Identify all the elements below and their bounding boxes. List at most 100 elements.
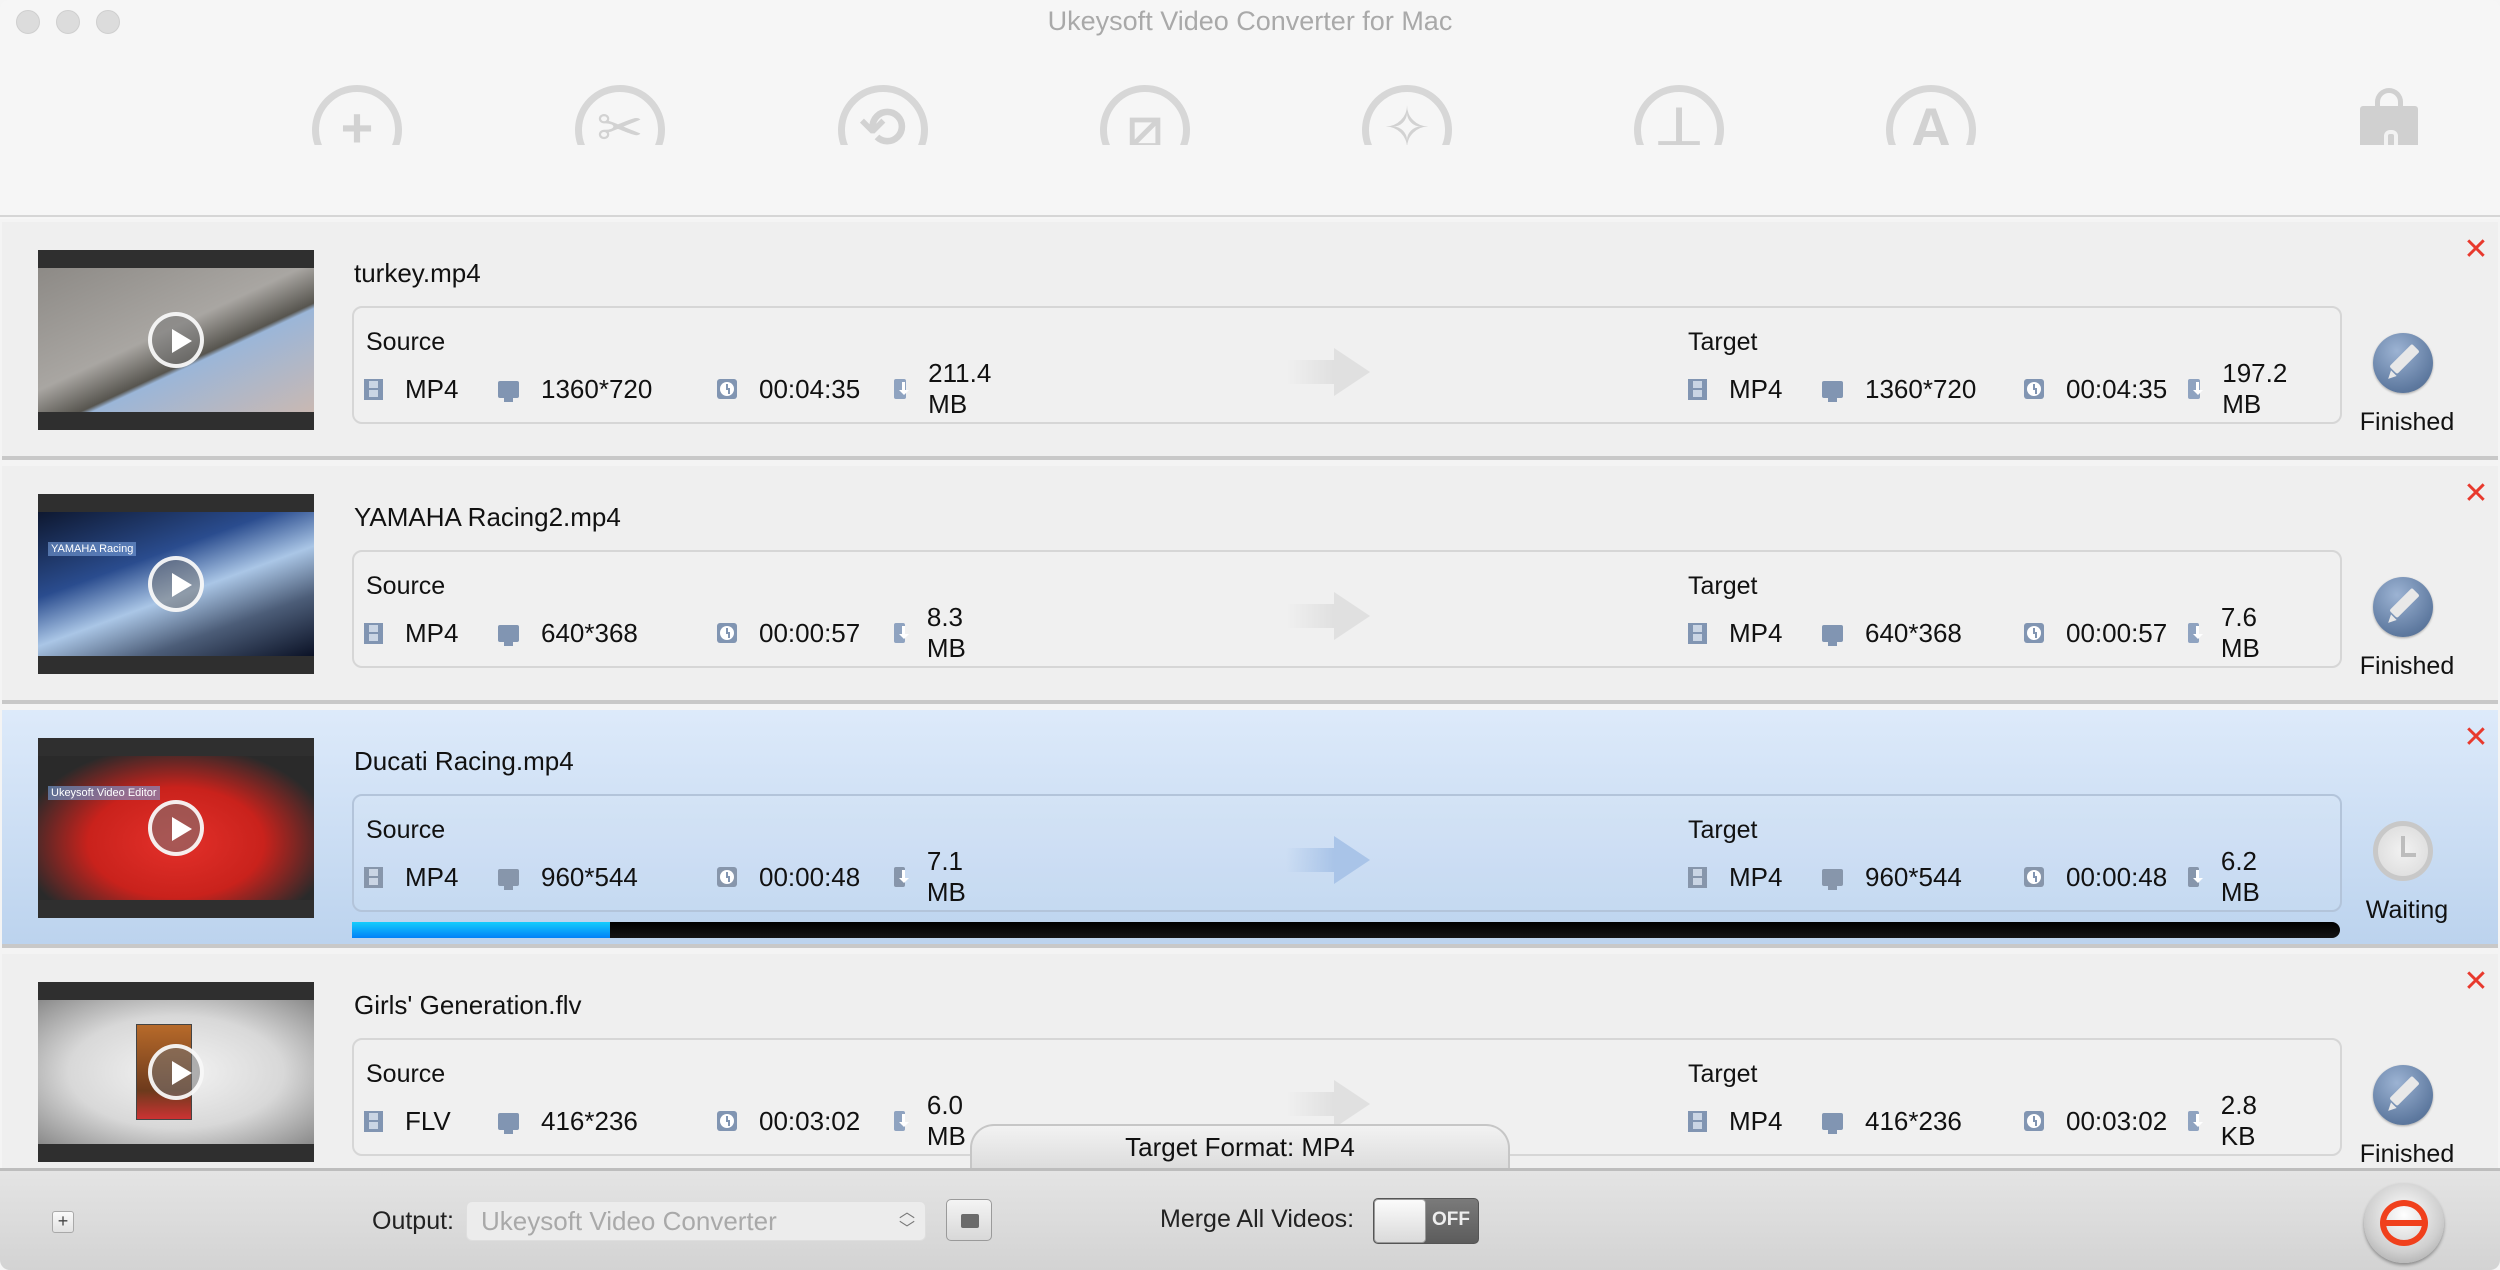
clock-icon [717,379,737,399]
video-row[interactable]: YAMAHA Racing YAMAHA Racing2.mp4 Source MP4… [2,466,2498,704]
film-icon [1688,1110,1707,1132]
select-chevron-icon: ︿ ﹀ [898,1204,915,1238]
clock-icon [2024,379,2044,399]
thumb-caption: Ukeysoft Video Editor [48,786,160,800]
source-format: MP4 [364,374,458,405]
film-icon [1688,866,1707,888]
target-format: MP4 [1688,618,1782,649]
subtitle-icon[interactable]: A [1886,85,1976,145]
target-size: 197.2 MB [2188,358,2294,420]
target-format: MP4 [1688,1106,1782,1137]
title-toolbar: Ukeysoft Video Converter for Mac + ✂ ⟲ ⧄ ✧ ⊥ A [0,0,2500,217]
shopping-bag-icon[interactable] [2360,88,2418,145]
target-label: Target [1688,328,1758,356]
convert-arrow-icon [1286,1080,1370,1128]
source-duration: 00:00:48 [717,862,860,893]
clock-icon [717,623,737,643]
target-size: 2.8 KB [2188,1090,2265,1152]
status-label: Finished [2359,1140,2455,1168]
source-size: 8.3 MB [894,602,974,664]
filesize-icon [894,1111,909,1131]
crop-icon[interactable]: ⧄ [1100,85,1190,145]
video-row[interactable]: Ukeysoft Video Editor Ducati Racing.mp4 So… [2,710,2498,948]
remove-video-button[interactable]: ✕ [2462,235,2490,265]
window-title: Ukeysoft Video Converter for Mac [1047,6,1453,36]
source-duration: 00:00:57 [717,618,860,649]
edit-pencil-icon[interactable] [2373,577,2433,637]
source-size: 6.0 MB [894,1090,974,1152]
convert-arrow-icon [1286,836,1370,884]
toggle-state: OFF [1432,1209,1470,1230]
source-label: Source [366,328,446,356]
resolution-icon [498,868,519,890]
play-icon[interactable] [148,800,204,856]
target-format-tab[interactable]: Target Format: MP4 [970,1124,1510,1170]
rotate-icon[interactable]: ⟲ [838,85,928,145]
remove-video-button[interactable]: ✕ [2462,479,2490,509]
conversion-info: Source MP4 640*368 00:00:57 8.3 MB Target MP4 6… [352,550,2342,668]
target-size: 7.6 MB [2188,602,2268,664]
target-format: MP4 [1688,374,1782,405]
stop-convert-button[interactable] [2364,1183,2444,1263]
app-window: Ukeysoft Video Converter for Mac + ✂ ⟲ ⧄ ✧ ⊥ A… [0,0,2500,1270]
effect-icon[interactable]: ✧ [1362,85,1452,145]
merge-label: Merge All Videos: [1160,1205,1355,1233]
output-select[interactable]: Ukeysoft Video Converter ︿ ﹀ [466,1201,926,1241]
target-format: MP4 [1688,862,1782,893]
video-thumbnail[interactable]: Ukeysoft Video Editor [38,738,314,918]
filesize-icon [2188,1111,2203,1131]
edit-pencil-icon[interactable] [2373,333,2433,393]
remove-video-button[interactable]: ✕ [2462,967,2490,997]
progress-fill [352,922,611,938]
target-label: Target [1688,816,1758,844]
target-label: Target [1688,1060,1758,1088]
target-duration: 00:03:02 [2024,1106,2167,1137]
conversion-info: Source MP4 960*544 00:00:48 7.1 MB Target MP4 9… [352,794,2342,912]
target-resolution: 1360*720 [1822,374,1976,405]
remove-video-button[interactable]: ✕ [2462,723,2490,753]
source-format: FLV [364,1106,451,1137]
conversion-progress [352,922,2340,938]
resolution-icon [1822,1112,1843,1134]
file-name: Ducati Racing.mp4 [354,746,574,776]
target-resolution: 640*368 [1822,618,1962,649]
source-resolution: 416*236 [498,1106,638,1137]
play-icon[interactable] [148,1044,204,1100]
video-thumbnail[interactable]: YAMAHA Racing [38,494,314,674]
target-duration: 00:00:57 [2024,618,2167,649]
source-resolution: 1360*720 [498,374,652,405]
film-icon [1688,378,1707,400]
film-icon [364,1110,383,1132]
clock-icon [717,867,737,887]
resolution-icon [498,624,519,646]
play-icon[interactable] [148,312,204,368]
film-icon [364,378,383,400]
source-format: MP4 [364,618,458,649]
file-name: Girls' Generation.flv [354,990,582,1020]
resolution-icon [1822,624,1843,646]
play-icon[interactable] [148,556,204,612]
watermark-icon[interactable]: ⊥ [1634,85,1724,145]
thumb-caption: YAMAHA Racing [48,542,137,556]
filesize-icon [2188,379,2204,399]
resolution-icon [498,380,519,402]
trim-icon[interactable]: ✂ [575,85,665,145]
video-thumbnail[interactable] [38,250,314,430]
source-duration: 00:03:02 [717,1106,860,1137]
source-size: 211.4 MB [894,358,998,420]
filesize-icon [2188,623,2203,643]
video-row[interactable]: turkey.mp4 Source MP4 1360*720 00:04:35 211.4… [2,222,2498,460]
file-name: YAMAHA Racing2.mp4 [354,502,621,532]
clock-wait-icon[interactable] [2373,821,2433,881]
toggle-knob [1374,1199,1426,1243]
film-icon [364,622,383,644]
video-thumbnail[interactable] [38,982,314,1162]
status-label: Finished [2359,652,2455,680]
add-video-icon[interactable]: + [312,85,402,145]
open-folder-button[interactable] [946,1199,992,1241]
merge-toggle[interactable]: OFF [1373,1198,1479,1244]
edit-pencil-icon[interactable] [2373,1065,2433,1125]
resolution-icon [1822,868,1843,890]
source-label: Source [366,816,446,844]
add-file-button[interactable]: + [52,1211,74,1233]
